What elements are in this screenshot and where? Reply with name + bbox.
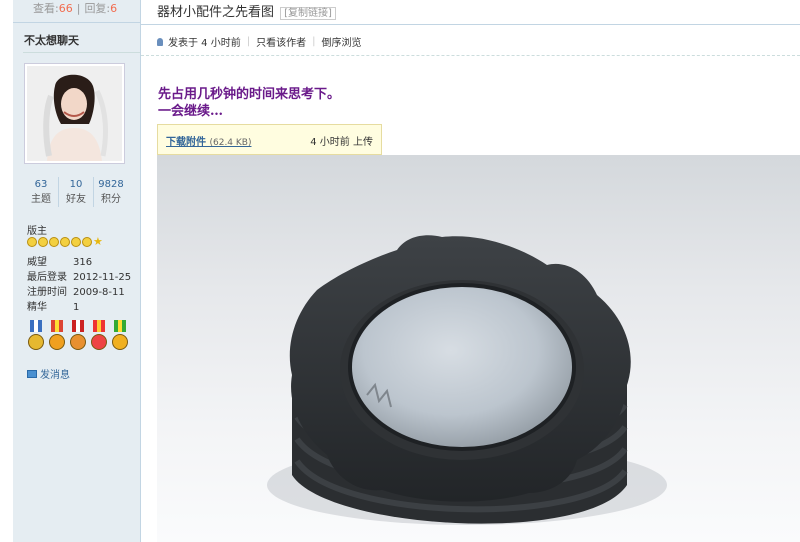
- smiley-icon: [71, 237, 81, 247]
- download-attachment-link[interactable]: 下载附件 (62.4 KB): [166, 133, 251, 148]
- post-body: 先占用几秒钟的时间来思考下。 一会继续…: [158, 86, 340, 120]
- thread-stats: 查看:66 | 回复:6: [13, 0, 140, 23]
- attachment-tooltip: 下载附件 (62.4 KB) 4 小时前 上传: [157, 124, 382, 155]
- avatar[interactable]: [24, 63, 125, 164]
- medal-icon[interactable]: [90, 320, 108, 356]
- post-meta: 发表于 4 小时前 | 只看该作者 | 倒序浏览: [157, 34, 361, 49]
- info-key: 威望: [27, 257, 47, 268]
- info-value: 2009-8-11: [73, 287, 125, 298]
- stat-value: 9828: [98, 179, 124, 190]
- post-title-bar: 器材小配件之先看图 [复制链接]: [157, 1, 336, 20]
- replies-label: 回复:: [84, 2, 111, 15]
- info-row: 威望 316: [27, 255, 131, 270]
- user-stats: 63 主题 10 好友 9828 积分: [24, 177, 128, 207]
- person-icon: [157, 37, 163, 46]
- info-value: 1: [73, 302, 80, 313]
- post-body-line: 一会继续…: [158, 104, 224, 119]
- info-row: 最后登录 2012-11-25: [27, 270, 131, 285]
- info-key: 精华: [27, 302, 47, 313]
- smiley-icon: [82, 237, 92, 247]
- copy-link-button[interactable]: [复制链接]: [280, 7, 336, 20]
- views-count: 66: [58, 2, 73, 15]
- info-row: 注册时间 2009-8-11: [27, 285, 131, 300]
- medal-icon[interactable]: [69, 320, 87, 356]
- smiley-icon: [38, 237, 48, 247]
- stat-points[interactable]: 9828 积分: [93, 177, 128, 207]
- info-key: 最后登录: [27, 272, 67, 283]
- views-label: 查看:: [33, 2, 59, 15]
- smiley-icon: [27, 237, 37, 247]
- medals: [27, 320, 129, 356]
- post-body-line: 先占用几秒钟的时间来思考下。: [158, 87, 341, 102]
- avatar-photo-icon: [27, 66, 122, 161]
- stat-label: 积分: [101, 194, 121, 205]
- replies-count: 6: [110, 2, 118, 15]
- stat-label: 好友: [66, 194, 86, 205]
- attached-photo[interactable]: [157, 155, 800, 542]
- page-title: 器材小配件之先看图: [157, 5, 275, 20]
- stat-topics[interactable]: 63 主题: [24, 177, 58, 207]
- envelope-icon: [27, 369, 37, 378]
- stat-value: 10: [69, 179, 83, 190]
- stat-label: 主题: [31, 194, 51, 205]
- meta-divider: [141, 55, 800, 56]
- lens-cap-photo-icon: [267, 235, 667, 525]
- send-message-link[interactable]: 发消息: [27, 366, 70, 381]
- medal-icon[interactable]: [27, 320, 45, 356]
- user-role[interactable]: 版主: [27, 222, 47, 237]
- rank-icons: ★: [27, 235, 103, 248]
- sidebar-divider: [23, 52, 140, 53]
- download-label: 下载附件: [166, 137, 206, 148]
- avatar-image: [27, 66, 122, 161]
- author-name[interactable]: 不太想聊天: [24, 32, 79, 48]
- medal-icon[interactable]: [111, 320, 129, 356]
- meta-separator: |: [312, 36, 316, 47]
- info-row: 精华 1: [27, 300, 131, 315]
- attachment-size: (62.4 KB): [209, 138, 252, 148]
- smiley-icon: [49, 237, 59, 247]
- user-info: 威望 316 最后登录 2012-11-25 注册时间 2009-8-11 精华 1: [27, 255, 131, 315]
- stat-value: 63: [34, 179, 48, 190]
- reverse-order-link[interactable]: 倒序浏览: [321, 34, 361, 49]
- post-time: 发表于 4 小时前: [168, 38, 241, 49]
- title-divider: [141, 24, 800, 25]
- author-sidebar: 查看:66 | 回复:6 不太想聊天 63 主题 10 好友 9828 积分 版…: [13, 0, 141, 542]
- only-author-link[interactable]: 只看该作者: [256, 34, 306, 49]
- info-value: 2012-11-25: [73, 272, 132, 283]
- send-message-label: 发消息: [40, 370, 70, 381]
- stats-separator: |: [76, 2, 81, 15]
- info-value: 316: [73, 257, 93, 268]
- upload-time: 4 小时前 上传: [310, 137, 373, 148]
- stat-friends[interactable]: 10 好友: [58, 177, 93, 207]
- medal-icon[interactable]: [48, 320, 66, 356]
- meta-separator: |: [246, 36, 251, 47]
- smiley-icon: [60, 237, 70, 247]
- info-key: 注册时间: [27, 287, 67, 298]
- star-icon: ★: [93, 235, 103, 248]
